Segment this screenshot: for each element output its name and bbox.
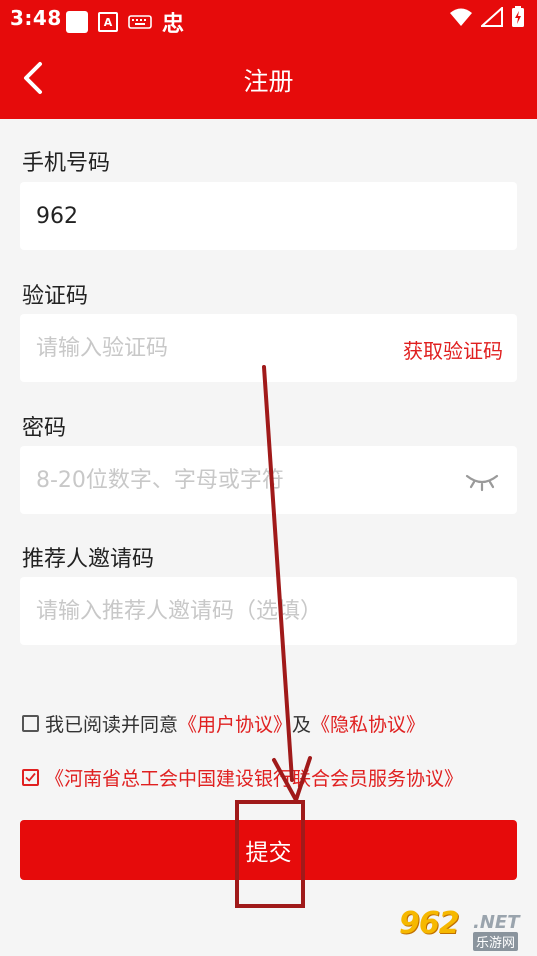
- password-field-box: [20, 446, 517, 514]
- agreement-middle: 及: [292, 714, 312, 736]
- member-service-agreement-link[interactable]: 《河南省总工会中国建设银行联合会员服务协议》: [45, 764, 463, 791]
- app-header: 3:48 A 忠 注册: [0, 0, 537, 119]
- page-title: 注册: [243, 67, 294, 96]
- notification-square-icon: [66, 11, 88, 33]
- phone-input[interactable]: [36, 182, 396, 250]
- signal-icon: [481, 7, 503, 27]
- code-field-box: 获取验证码: [20, 314, 517, 382]
- status-time: 3:48: [10, 6, 62, 30]
- referrer-input[interactable]: [36, 577, 496, 645]
- member-agreement-checkbox[interactable]: [22, 769, 39, 786]
- agreement-checkbox[interactable]: [22, 715, 39, 732]
- agreement-row-privacy: 我已阅读并同意 《用户协议》 及 《隐私协议》: [22, 710, 425, 737]
- battery-charging-icon: [512, 6, 524, 27]
- notification-icons: A 忠: [66, 6, 184, 38]
- phone-field-box: [20, 182, 517, 250]
- watermark-cn: 乐游网: [473, 932, 519, 951]
- submit-button[interactable]: 提交: [20, 820, 517, 880]
- referrer-label: 推荐人邀请码: [22, 547, 155, 572]
- bug-icon: 忠: [162, 12, 185, 37]
- agreement-prefix: 我已阅读并同意: [45, 714, 179, 736]
- watermark-net: .NET: [473, 912, 520, 933]
- referrer-field-box: [20, 577, 517, 645]
- check-icon: [25, 772, 36, 782]
- get-code-button[interactable]: 获取验证码: [403, 335, 503, 364]
- site-watermark: 962 .NET 乐游网: [399, 906, 531, 952]
- watermark-digits: 962: [399, 906, 460, 941]
- code-input[interactable]: [36, 314, 376, 382]
- user-agreement-link[interactable]: 《用户协议》: [178, 710, 292, 737]
- keyboard-a-icon: A: [98, 12, 118, 32]
- privacy-agreement-link[interactable]: 《隐私协议》: [311, 710, 425, 737]
- agreement-row-member: 《河南省总工会中国建设银行联合会员服务协议》: [22, 764, 463, 791]
- status-bar: 3:48 A 忠: [0, 0, 537, 38]
- nav-bar: 注册: [0, 38, 537, 119]
- keyboard-icon: [128, 15, 152, 29]
- wifi-icon: [450, 8, 472, 26]
- password-input[interactable]: [36, 446, 436, 514]
- keyboard-letter: A: [103, 15, 113, 29]
- system-icons: [449, 6, 525, 28]
- password-label: 密码: [22, 416, 67, 441]
- code-label: 验证码: [22, 284, 89, 309]
- phone-label: 手机号码: [22, 151, 111, 176]
- eye-closed-icon[interactable]: [465, 464, 499, 494]
